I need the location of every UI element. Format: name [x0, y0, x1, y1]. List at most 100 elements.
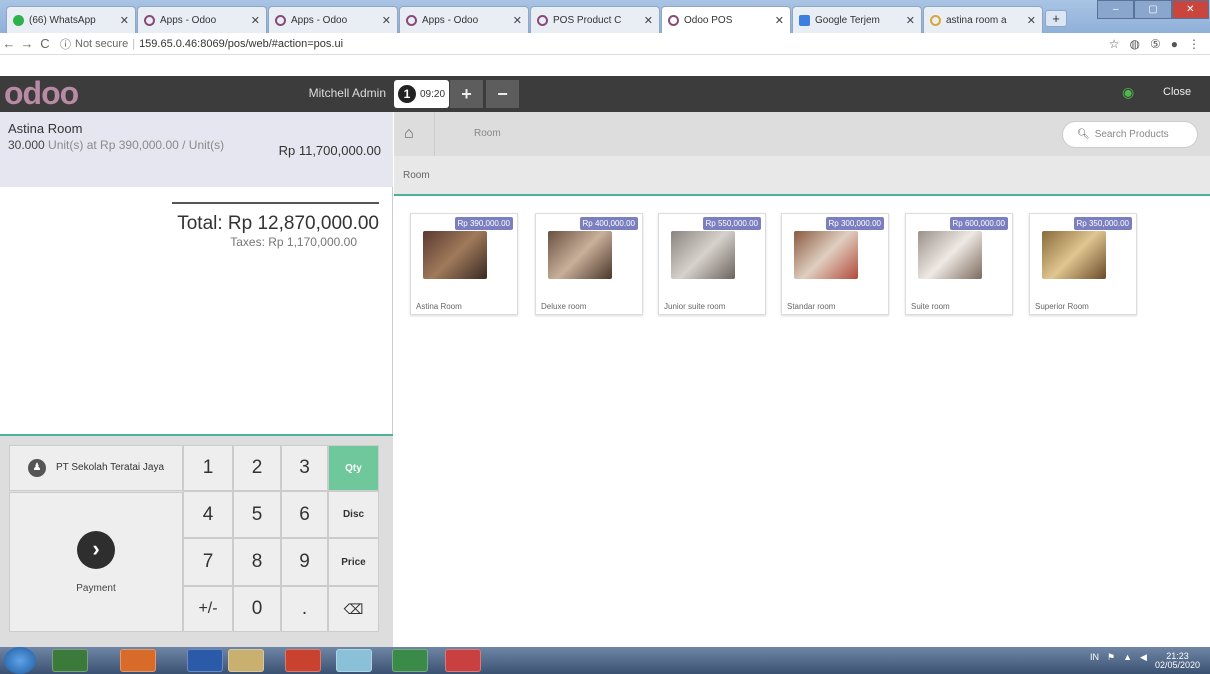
close-icon[interactable]: ✕ [513, 14, 522, 27]
numpad-key-6[interactable]: 6 [281, 491, 328, 538]
close-icon[interactable]: ✕ [382, 14, 391, 27]
numpad-key-3[interactable]: 3 [281, 445, 328, 491]
minimize-icon[interactable]: – [1097, 0, 1135, 19]
product-card[interactable]: Rp 550,000.00 Junior suite room [658, 213, 766, 315]
extension-icon[interactable]: ⑤ [1150, 37, 1161, 51]
product-name: Junior suite room [664, 302, 726, 311]
numpad-key-5[interactable]: 5 [233, 491, 281, 538]
product-card[interactable]: Rp 350,000.00 Superior Room [1029, 213, 1137, 315]
reload-icon[interactable]: C [36, 36, 54, 51]
app-icon[interactable] [445, 649, 481, 672]
numpad-key-9[interactable]: 9 [281, 538, 328, 586]
numpad-key-8[interactable]: 8 [233, 538, 281, 586]
search-icon: 🔍︎ [1077, 129, 1090, 140]
close-icon[interactable]: ✕ [1027, 14, 1036, 27]
product-card[interactable]: Rp 390,000.00 Astina Room [410, 213, 518, 315]
numpad-key-dot[interactable]: . [281, 586, 328, 632]
home-icon[interactable]: ⌂ [404, 125, 414, 143]
browser-tab[interactable]: Apps - Odoo ✕ [399, 6, 529, 33]
close-icon[interactable]: ✕ [775, 14, 784, 27]
category-room[interactable]: Room [403, 170, 430, 181]
order-line[interactable]: Astina Room 30.000 Unit(s) at Rp 390,000… [0, 112, 393, 187]
add-order-button[interactable]: + [450, 80, 483, 108]
profile-avatar[interactable]: ● [1171, 37, 1178, 51]
product-card[interactable]: Rp 400,000.00 Deluxe room [535, 213, 643, 315]
browser-tab[interactable]: (66) WhatsApp ✕ [6, 6, 136, 33]
maximize-icon[interactable]: ▢ [1134, 0, 1172, 19]
product-price: Rp 350,000.00 [1073, 217, 1132, 230]
new-tab-button[interactable]: + [1045, 10, 1067, 27]
backspace-icon[interactable]: ⌫ [328, 586, 379, 632]
product-name: Suite room [911, 302, 950, 311]
order-tab[interactable]: 1 09:20 [394, 80, 449, 108]
app-icon[interactable] [336, 649, 372, 672]
payment-button[interactable]: › Payment [9, 492, 183, 632]
firefox-icon[interactable] [120, 649, 156, 672]
search-input[interactable]: 🔍︎ Search Products [1062, 121, 1198, 148]
numpad-key-0[interactable]: 0 [233, 586, 281, 632]
numpad-key-2[interactable]: 2 [233, 445, 281, 491]
back-icon[interactable]: ← [0, 36, 18, 51]
odoo-icon [144, 14, 155, 26]
browser-tab[interactable]: Google Terjem ✕ [792, 6, 922, 33]
extension-icon[interactable]: ◍ [1130, 37, 1140, 51]
product-name: Deluxe room [541, 302, 587, 311]
star-icon[interactable]: ☆ [1109, 37, 1120, 51]
wifi-icon: ◉ [1122, 84, 1135, 100]
close-icon[interactable]: ✕ [644, 14, 653, 27]
app-icon[interactable] [392, 649, 428, 672]
product-grid: Rp 390,000.00 Astina Room Rp 400,000.00 … [394, 196, 1210, 647]
clock[interactable]: 21:23 02/05/2020 [1155, 652, 1200, 670]
network-icon[interactable]: ▲ [1123, 652, 1132, 670]
breadcrumb: ⌂ Room 🔍︎ Search Products [394, 112, 1210, 156]
close-icon[interactable]: ✕ [120, 14, 129, 27]
qty-mode-button[interactable]: Qty [328, 445, 379, 491]
window-controls: – ▢ ✕ [1097, 0, 1209, 19]
media-player-icon[interactable] [52, 649, 88, 672]
numpad-key-7[interactable]: 7 [183, 538, 233, 586]
tab-label: Google Terjem [815, 14, 880, 26]
user-name[interactable]: Mitchell Admin [270, 86, 386, 100]
language-indicator[interactable]: IN [1090, 652, 1099, 670]
price-mode-button[interactable]: Price [328, 538, 379, 586]
remove-order-button[interactable]: − [486, 80, 519, 108]
numpad-key-4[interactable]: 4 [183, 491, 233, 538]
start-button[interactable] [4, 647, 36, 674]
browser-tab[interactable]: Apps - Odoo ✕ [268, 6, 398, 33]
browser-tab[interactable]: POS Product C ✕ [530, 6, 660, 33]
order-line-product: Astina Room [8, 121, 83, 136]
word-icon[interactable] [187, 649, 223, 672]
product-name: Astina Room [416, 302, 462, 311]
action-pad: ♟ PT Sekolah Teratai Jaya › Payment 1 2 … [0, 434, 393, 647]
tab-label: (66) WhatsApp [29, 14, 96, 26]
browser-tab[interactable]: astina room a ✕ [923, 6, 1043, 33]
window-close-icon[interactable]: ✕ [1171, 0, 1209, 19]
folder-icon[interactable] [228, 649, 264, 672]
url-text: 159.65.0.46:8069/pos/web/#action=pos.ui [139, 37, 344, 50]
forward-icon[interactable]: → [18, 36, 36, 51]
customer-button[interactable]: ♟ PT Sekolah Teratai Jaya [9, 445, 183, 491]
browser-tab[interactable]: Apps - Odoo ✕ [137, 6, 267, 33]
chrome-icon[interactable] [285, 649, 321, 672]
product-price: Rp 550,000.00 [702, 217, 761, 230]
disc-mode-button[interactable]: Disc [328, 491, 379, 538]
close-button[interactable]: Close [1163, 86, 1191, 98]
browser-tab-strip: (66) WhatsApp ✕ Apps - Odoo ✕ Apps - Odoo ✕… [0, 0, 1210, 33]
category-bar: Room [394, 156, 1210, 196]
flag-icon[interactable]: ⚑ [1107, 652, 1115, 670]
browser-tab-active[interactable]: Odoo POS ✕ [661, 6, 791, 33]
numpad-key-sign[interactable]: +/- [183, 586, 233, 632]
menu-icon[interactable]: ⋮ [1188, 37, 1200, 51]
breadcrumb-room[interactable]: Room [474, 128, 501, 139]
numpad-key-1[interactable]: 1 [183, 445, 233, 491]
quantity-value: 30.000 [8, 138, 45, 152]
product-card[interactable]: Rp 300,000.00 Standar room [781, 213, 889, 315]
translate-icon [799, 14, 810, 26]
close-icon[interactable]: ✕ [251, 14, 260, 27]
product-card[interactable]: Rp 600,000.00 Suite room [905, 213, 1013, 315]
address-bar[interactable]: ⓘ Not secure | 159.65.0.46:8069/pos/web/… [60, 36, 1109, 52]
close-icon[interactable]: ✕ [906, 14, 915, 27]
order-summary: Total: Rp 12,870,000.00 Taxes: Rp 1,170,… [0, 195, 393, 249]
volume-icon[interactable]: ◀ [1140, 652, 1147, 670]
order-number: 1 [398, 85, 416, 103]
